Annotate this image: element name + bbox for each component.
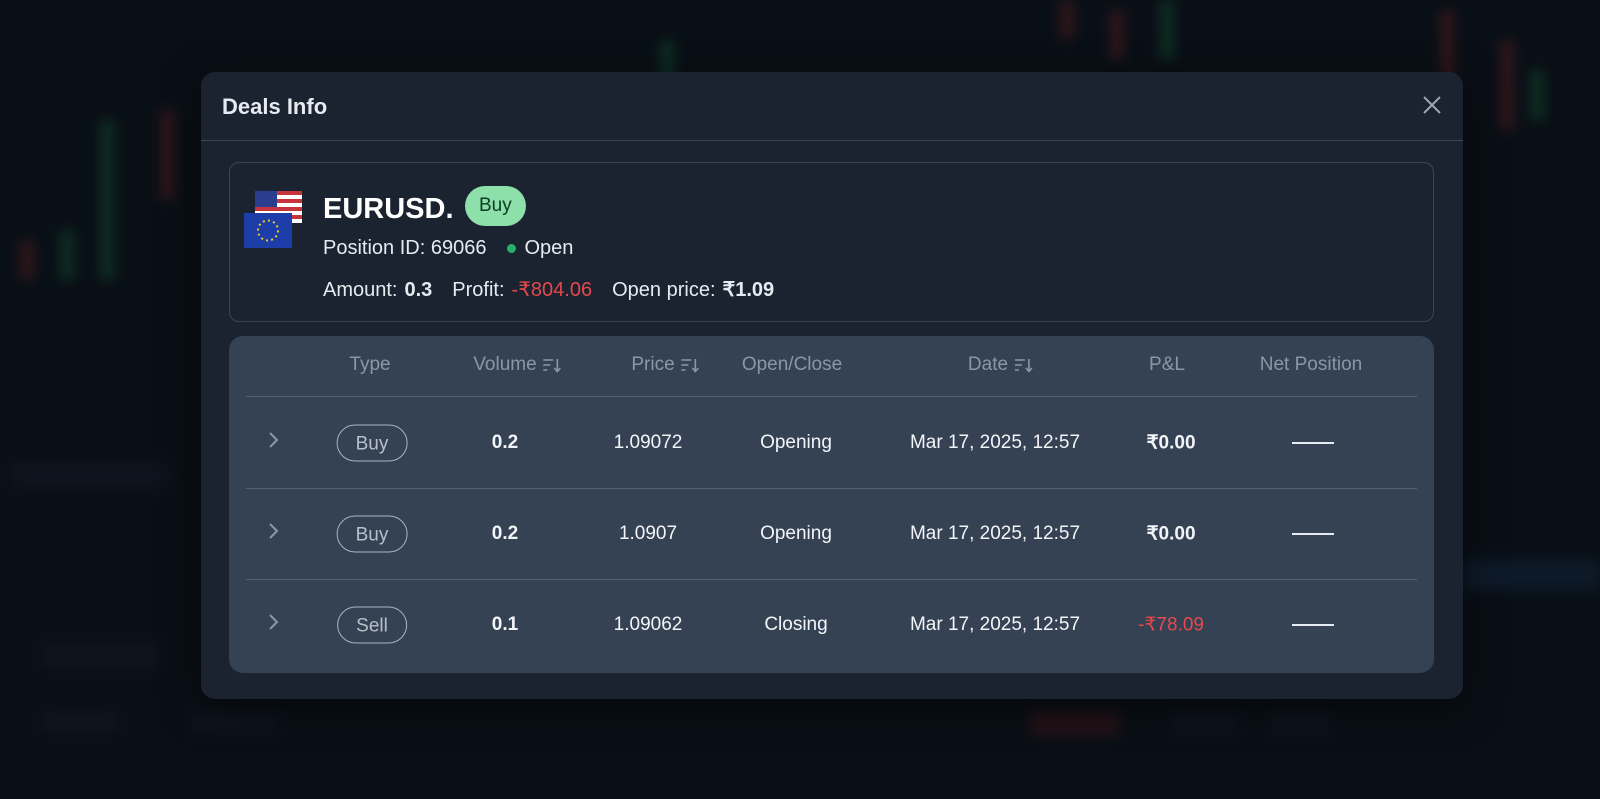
header-pnl: P&L [1149,354,1185,376]
volume-cell: 0.1 [491,613,519,635]
table-header: Type Volume Price Open/Close Date P&L Ne… [246,336,1417,397]
table-row[interactable]: Buy 0.2 1.0907 Opening Mar 17, 2025, 12:… [246,488,1417,580]
header-date-label: Date [967,354,1009,375]
volume-cell: 0.2 [491,431,519,453]
header-date[interactable]: Date [968,354,1034,376]
close-button[interactable] [1419,92,1445,118]
header-price-label: Price [631,354,675,375]
table-row[interactable]: Sell 0.1 1.09062 Closing Mar 17, 2025, 1… [246,579,1417,670]
symbol-name: EURUSD. [323,193,454,225]
chevron-right-icon [269,522,279,539]
open-close-cell: Opening [760,431,832,453]
net-position-dash [1292,532,1334,535]
sort-icon [543,359,562,373]
header-volume-label: Volume [473,354,537,375]
header-net-position-label: Net Position [1259,354,1363,375]
net-position-dash [1292,623,1334,626]
pnl-cell: -₹78.09 [1138,614,1204,635]
eu-flag-icon [244,213,292,248]
expand-row-button[interactable] [262,520,284,548]
date-cell: Mar 17, 2025, 12:57 [909,522,1081,544]
type-pill: Buy [336,424,408,461]
currency-pair-flags [244,191,304,251]
header-open-close-label: Open/Close [741,354,843,375]
open-price-label: Open price: [612,279,716,301]
pnl-cell: ₹0.00 [1146,432,1196,453]
position-status: Open [524,237,574,259]
type-pill: Sell [337,606,407,643]
chevron-right-icon [269,431,279,448]
position-stats: Amount: 0.3 Profit: -₹804.06 Open price:… [323,277,774,302]
position-id: Position ID: 69066 [323,237,487,259]
date-cell: Mar 17, 2025, 12:57 [909,431,1081,453]
header-pnl-label: P&L [1149,354,1185,375]
type-pill: Buy [336,515,408,552]
profit-value: -₹804.06 [511,279,593,301]
amount-value: 0.3 [404,279,433,301]
open-price-value: ₹1.09 [722,279,775,301]
volume-cell: 0.2 [491,522,519,544]
date-cell: Mar 17, 2025, 12:57 [909,613,1081,635]
open-close-cell: Closing [764,613,828,635]
header-price[interactable]: Price [631,354,700,376]
side-badge: Buy [465,186,526,226]
header-type-label: Type [349,354,391,375]
profit-label: Profit: [452,279,505,301]
price-cell: 1.0907 [618,522,678,544]
header-type: Type [349,354,390,376]
sort-icon [1015,359,1033,373]
table-row[interactable]: Buy 0.2 1.09072 Opening Mar 17, 2025, 12… [246,397,1417,489]
status-dot-icon [507,244,517,253]
header-volume[interactable]: Volume [473,354,562,376]
price-cell: 1.09072 [613,431,683,453]
deals-info-modal: Deals Info EURUSD. Buy Position ID: 6906… [201,72,1463,699]
pnl-cell: ₹0.00 [1146,523,1196,544]
amount-label: Amount: [323,279,398,301]
expand-row-button[interactable] [262,611,284,639]
net-position-dash [1292,441,1334,444]
deals-table: Type Volume Price Open/Close Date P&L Ne… [229,336,1434,673]
header-net-position: Net Position [1260,354,1362,376]
modal-header: Deals Info [201,72,1463,141]
expand-row-button[interactable] [262,429,284,457]
sort-icon [681,359,700,373]
modal-title: Deals Info [222,94,328,119]
position-id-line: Position ID: 69066 Open [323,237,573,260]
chevron-right-icon [269,613,279,630]
position-summary-card: EURUSD. Buy Position ID: 69066 Open Amou… [229,162,1434,322]
close-icon [1423,96,1441,114]
header-open-close: Open/Close [742,354,842,376]
open-close-cell: Opening [760,522,832,544]
price-cell: 1.09062 [613,613,683,635]
